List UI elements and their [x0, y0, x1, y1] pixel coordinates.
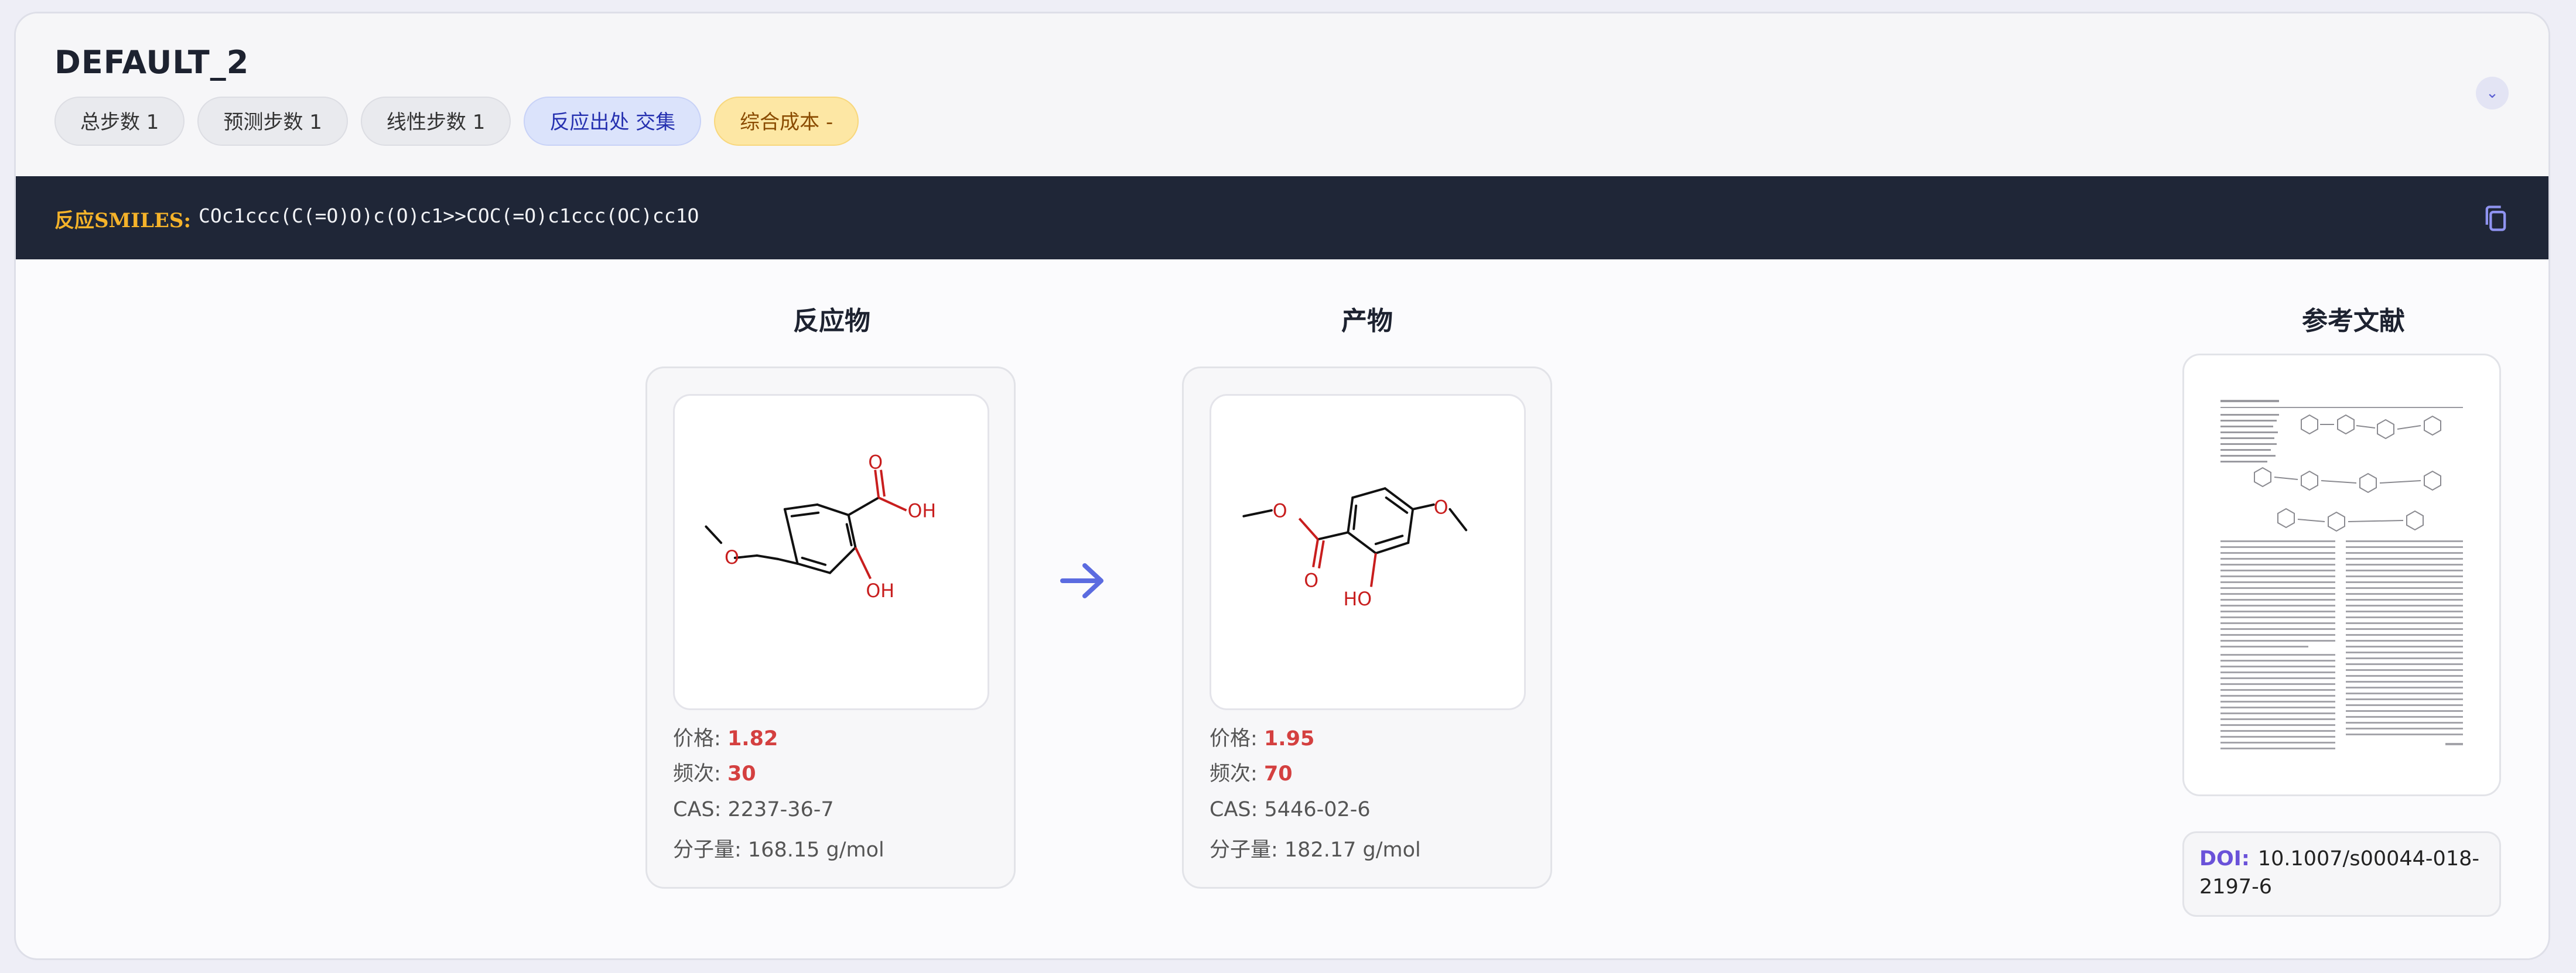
linear-steps-badge: 线性步数 1: [360, 97, 511, 146]
smiles-bar: 反应SMILES: COc1ccc(C(=O)O)c(O)c1>>COC(=O)…: [16, 176, 2548, 259]
product-atom-o-carbonyl: O: [1304, 570, 1318, 591]
product-atom-oh-phenol: HO: [1343, 589, 1372, 610]
reference-document-thumbnail[interactable]: [2182, 354, 2501, 796]
product-structure: O O HO O: [1210, 394, 1526, 710]
doi-link[interactable]: DOI: 10.1007/s00044-018-2197-6: [2182, 831, 2501, 917]
reactant-atom-o-methoxy: O: [725, 547, 739, 568]
reactant-structure: O O OH OH: [673, 394, 989, 710]
reactant-atom-oh-acid: OH: [908, 501, 937, 522]
reactant-mw: 分子量: 168.15 g/mol: [673, 838, 884, 862]
predicted-steps-badge: 预测步数 1: [197, 97, 348, 146]
reactant-atom-o-carbonyl: O: [868, 453, 883, 474]
reactant-heading: 反应物: [793, 306, 870, 336]
reactant-price: 价格: 1.82: [673, 727, 778, 751]
document-page-preview: [2220, 400, 2463, 749]
reference-heading: 参考文献: [2302, 306, 2405, 336]
smiles-value: COc1ccc(C(=O)O)c(O)c1>>COC(=O)c1ccc(OC)c…: [199, 204, 699, 227]
total-steps-badge: 总步数 1: [54, 97, 185, 146]
product-frequency: 频次: 70: [1210, 762, 1293, 786]
reactant-atom-oh-phenol: OH: [866, 581, 894, 602]
route-title: DEFAULT_2: [54, 44, 250, 81]
reaction-source-badge: 反应出处 交集: [524, 97, 702, 146]
route-stats: 总步数 1 预测步数 1 线性步数 1 反应出处 交集 综合成本 -: [54, 97, 859, 146]
overall-cost-badge: 综合成本 -: [714, 97, 859, 146]
product-mw: 分子量: 182.17 g/mol: [1210, 838, 1421, 862]
product-atom-o-ester: O: [1273, 501, 1287, 522]
route-header[interactable]: DEFAULT_2 总步数 1 预测步数 1 线性步数 1 反应出处 交集 综合…: [16, 13, 2548, 176]
reactant-frequency: 频次: 30: [673, 762, 756, 786]
smiles-label: 反应SMILES:: [54, 209, 192, 232]
reactant-cas: CAS: 2237-36-7: [673, 798, 834, 821]
reactant-card[interactable]: O O OH OH 价格: 1.82 频次: 30 CAS: 2237-36-7…: [645, 366, 1016, 889]
product-heading: 产物: [1341, 306, 1393, 336]
arrow-right-icon: [1060, 563, 1103, 598]
product-cas: CAS: 5446-02-6: [1210, 798, 1371, 821]
product-card[interactable]: O O HO O 价格: 1.95 频次: 70 CAS: 5446-02-6 …: [1182, 366, 1552, 889]
product-atom-o-methoxy: O: [1434, 498, 1448, 519]
product-price: 价格: 1.95: [1210, 727, 1315, 751]
copy-icon[interactable]: [2481, 203, 2511, 234]
chevron-down-icon[interactable]: ⌄: [2476, 77, 2509, 109]
reactant-structure-drawing: O O OH OH: [705, 453, 937, 602]
doi-label: DOI:: [2199, 847, 2250, 871]
product-structure-drawing: O O HO O: [1242, 487, 1468, 610]
